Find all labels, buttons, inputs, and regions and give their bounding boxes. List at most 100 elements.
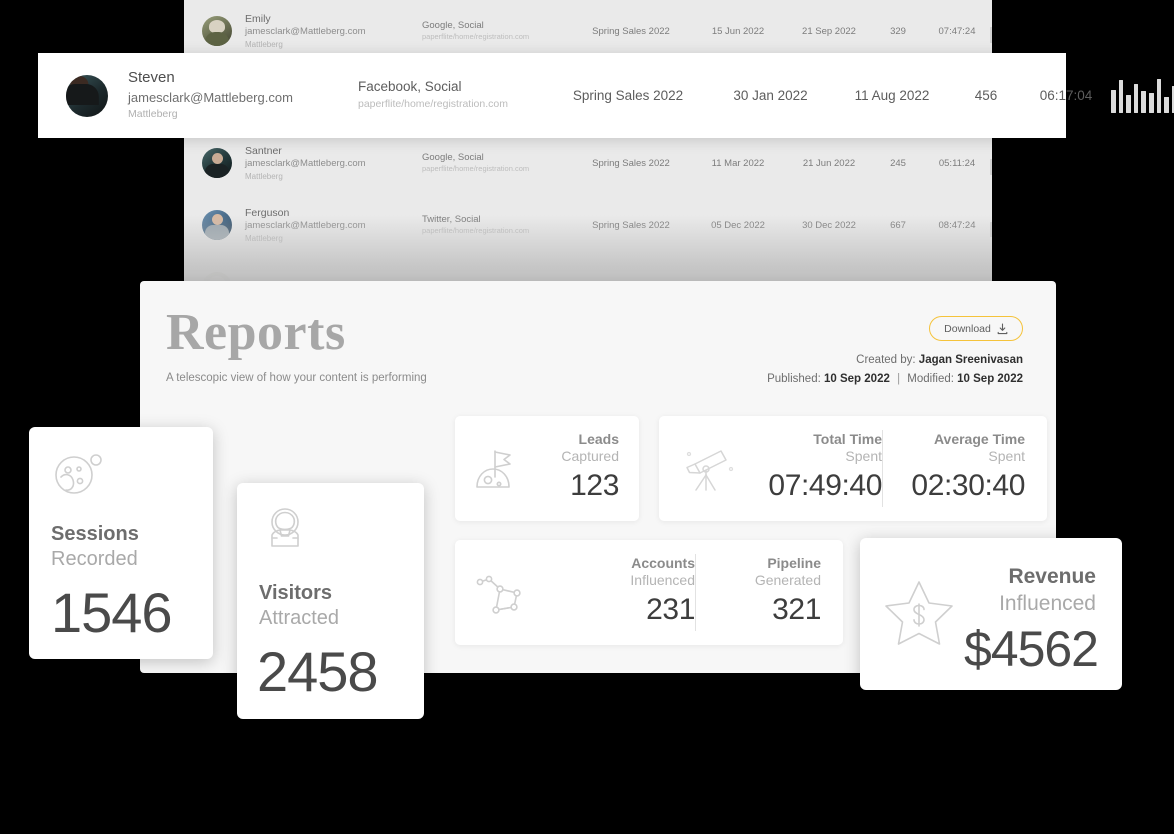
metric-label-secondary: Recorded bbox=[51, 547, 138, 571]
count-cell: 456 bbox=[951, 88, 1021, 103]
metric-label-primary: Pipeline bbox=[767, 555, 821, 573]
source-cell: Facebook, Social paperflite/home/registr… bbox=[358, 78, 548, 113]
metric-total-time: Total Time Spent 07:49:40 bbox=[768, 431, 882, 507]
avatar bbox=[202, 210, 232, 240]
table-row-highlighted[interactable]: Steven jamesclark@Mattleberg.com Mattleb… bbox=[38, 53, 1066, 138]
campaign-cell: Spring Sales 2022 bbox=[548, 88, 708, 103]
table-row[interactable]: Santner jamesclark@Mattleberg.com Mattle… bbox=[184, 132, 992, 194]
metric-value: 123 bbox=[570, 466, 619, 507]
metric-value: 1546 bbox=[51, 585, 172, 641]
person-cell: Ferguson jamesclark@Mattleberg.com Mattl… bbox=[232, 206, 422, 244]
metric-label-primary: Total Time bbox=[813, 431, 882, 449]
person-name: Ferguson bbox=[245, 206, 422, 220]
stat-card-visitors: Visitors Attracted 2458 bbox=[237, 483, 424, 719]
avatar bbox=[66, 75, 108, 117]
campaign-cell: Spring Sales 2022 bbox=[572, 26, 690, 37]
astronaut-icon bbox=[259, 505, 311, 562]
count-cell: 245 bbox=[872, 158, 924, 169]
meta-separator: | bbox=[893, 373, 904, 385]
end-date-cell: 30 Dec 2022 bbox=[786, 220, 872, 231]
metric-value: 321 bbox=[772, 590, 821, 631]
metric-value: $4562 bbox=[964, 624, 1098, 674]
person-name: Emily bbox=[245, 12, 422, 26]
metric-label-secondary: Attracted bbox=[259, 606, 339, 630]
stat-card-accounts: Accounts Influenced 231 Pipeline Generat… bbox=[455, 540, 843, 645]
metric-label-primary: Leads bbox=[579, 431, 619, 449]
metric-label-primary: Accounts bbox=[631, 555, 695, 573]
metric-value: 02:30:40 bbox=[911, 466, 1025, 507]
screen-root: Emily jamesclark@Mattleberg.com Mattlebe… bbox=[0, 0, 1174, 834]
metric-label-primary: Sessions bbox=[51, 522, 139, 546]
source-cell: Twitter, Social paperflite/home/registra… bbox=[422, 213, 572, 237]
metric-value: 07:49:40 bbox=[768, 466, 882, 507]
metric-label-secondary: Influenced bbox=[630, 572, 695, 590]
sparkline-chart bbox=[1111, 79, 1174, 113]
source-url: paperflite/home/registration.com bbox=[358, 97, 548, 113]
report-metadata: Created by: Jagan Sreenivasan Published:… bbox=[767, 351, 1023, 389]
source-url: paperflite/home/registration.com bbox=[422, 226, 572, 237]
page-title: Reports bbox=[166, 307, 346, 359]
metric-label-primary: Visitors bbox=[259, 581, 332, 605]
created-by-label: Created by: bbox=[856, 354, 915, 366]
count-cell: 667 bbox=[872, 220, 924, 231]
metric-value: 231 bbox=[646, 590, 695, 631]
source-cell: Google, Social paperflite/home/registrat… bbox=[422, 19, 572, 43]
metric-label-secondary: Spent bbox=[988, 448, 1025, 466]
sparkline-chart bbox=[990, 213, 992, 237]
telescope-icon bbox=[675, 440, 745, 498]
source-name: Twitter, Social bbox=[422, 213, 572, 226]
campaign-cell: Spring Sales 2022 bbox=[572, 220, 690, 231]
metric-label-secondary: Influenced bbox=[999, 591, 1096, 616]
person-email: jamesclark@Mattleberg.com bbox=[245, 220, 422, 233]
end-date-cell: 21 Sep 2022 bbox=[786, 26, 872, 37]
metric-average-time: Average Time Spent 02:30:40 bbox=[883, 431, 1025, 507]
metric-pipeline: Pipeline Generated 321 bbox=[696, 555, 821, 631]
created-by-line: Created by: Jagan Sreenivasan bbox=[767, 351, 1023, 370]
time-cell: 07:47:24 bbox=[924, 26, 990, 37]
metric-accounts: Accounts Influenced 231 bbox=[630, 555, 695, 631]
published-modified-line: Published: 10 Sep 2022 | Modified: 10 Se… bbox=[767, 370, 1023, 389]
metric-label-secondary: Captured bbox=[561, 448, 619, 466]
person-org: Mattleberg bbox=[128, 107, 358, 123]
time-cell: 08:47:24 bbox=[924, 220, 990, 231]
metric-label-secondary: Generated bbox=[755, 572, 821, 590]
metric-label-primary: Revenue bbox=[1008, 564, 1096, 589]
download-button-label: Download bbox=[944, 323, 991, 335]
time-cell: 06:17:04 bbox=[1021, 88, 1111, 103]
modified-date: 10 Sep 2022 bbox=[957, 373, 1023, 385]
person-email: jamesclark@Mattleberg.com bbox=[128, 89, 358, 107]
sparkline-chart bbox=[990, 19, 992, 43]
stat-card-time: Total Time Spent 07:49:40 Average Time S… bbox=[659, 416, 1047, 521]
star-dollar-icon bbox=[882, 576, 956, 653]
person-org: Mattleberg bbox=[245, 171, 422, 182]
person-name: Santner bbox=[245, 144, 422, 158]
published-label: Published: bbox=[767, 373, 821, 385]
source-name: Google, Social bbox=[422, 151, 572, 164]
modified-label: Modified: bbox=[907, 373, 954, 385]
source-url: paperflite/home/registration.com bbox=[422, 32, 572, 43]
start-date-cell: 15 Jun 2022 bbox=[690, 26, 786, 37]
stat-card-sessions: Sessions Recorded 1546 bbox=[29, 427, 213, 659]
person-org: Mattleberg bbox=[245, 39, 422, 50]
download-button[interactable]: Download bbox=[929, 316, 1023, 341]
person-org: Mattleberg bbox=[245, 233, 422, 244]
planet-icon bbox=[51, 449, 107, 506]
person-cell: Santner jamesclark@Mattleberg.com Mattle… bbox=[232, 144, 422, 182]
metric-leads: Leads Captured 123 bbox=[561, 431, 619, 507]
download-icon bbox=[997, 323, 1008, 335]
start-date-cell: 11 Mar 2022 bbox=[690, 158, 786, 169]
person-cell: Steven jamesclark@Mattleberg.com Mattleb… bbox=[108, 68, 358, 122]
constellation-icon bbox=[471, 564, 543, 622]
person-name: Steven bbox=[128, 68, 358, 88]
avatar bbox=[202, 148, 232, 178]
end-date-cell: 21 Jun 2022 bbox=[786, 158, 872, 169]
source-name: Facebook, Social bbox=[358, 78, 548, 97]
person-email: jamesclark@Mattleberg.com bbox=[245, 158, 422, 171]
table-row[interactable]: Ferguson jamesclark@Mattleberg.com Mattl… bbox=[184, 194, 992, 256]
source-url: paperflite/home/registration.com bbox=[422, 164, 572, 175]
page-subtitle: A telescopic view of how your content is… bbox=[166, 372, 427, 384]
person-cell: Emily jamesclark@Mattleberg.com Mattlebe… bbox=[232, 12, 422, 50]
leads-table-panel: Emily jamesclark@Mattleberg.com Mattlebe… bbox=[184, 0, 992, 285]
metric-label-secondary: Spent bbox=[845, 448, 882, 466]
end-date-cell: 11 Aug 2022 bbox=[833, 88, 951, 103]
